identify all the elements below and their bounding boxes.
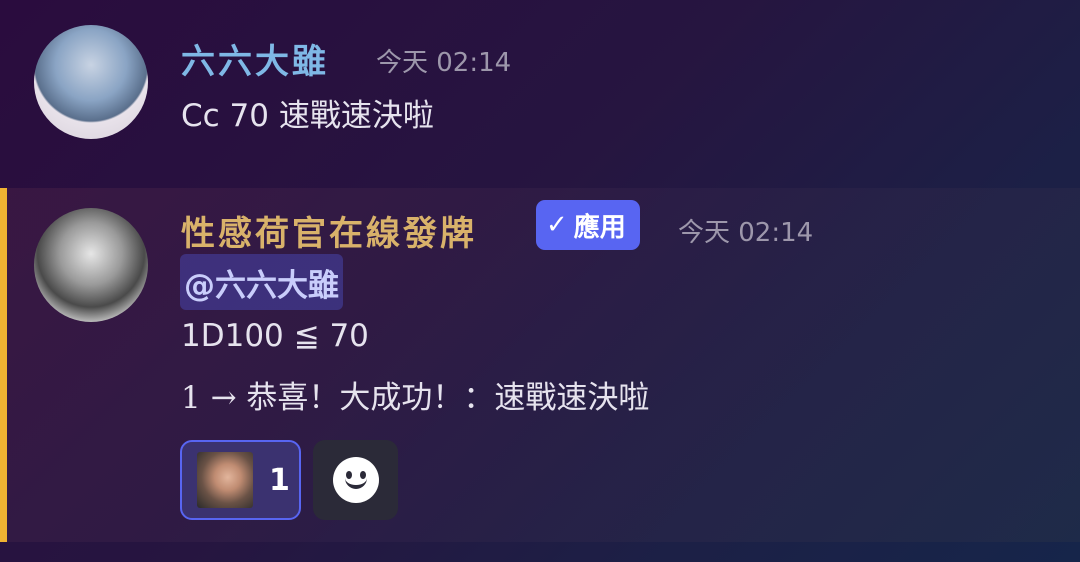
add-reaction-button[interactable] bbox=[313, 440, 398, 520]
reaction-count: 1 bbox=[269, 462, 290, 498]
mention-highlight-bar bbox=[0, 188, 7, 542]
timestamp: 今天 02:14 bbox=[678, 218, 814, 248]
message-2: 性感荷官在線發牌 ✓ 應用 今天 02:14 @六六大雖 1D100 ≦ 70 … bbox=[0, 188, 1080, 542]
timestamp: 今天 02:14 bbox=[376, 48, 512, 78]
message-1: 六六大雖 今天 02:14 Cc 70 速戰速決啦 bbox=[0, 0, 1080, 188]
avatar[interactable] bbox=[34, 25, 148, 139]
custom-face-emoji-icon bbox=[197, 452, 253, 508]
user-mention[interactable]: @六六大雖 bbox=[180, 254, 343, 310]
author-name[interactable]: 六六大雖 bbox=[181, 34, 329, 83]
check-icon: ✓ bbox=[546, 210, 568, 240]
message-content: Cc 70 速戰速決啦 bbox=[181, 98, 434, 134]
reaction-button[interactable]: 1 bbox=[180, 440, 301, 520]
dice-roll-line: 1D100 ≦ 70 bbox=[181, 318, 369, 354]
reactions-bar: 1 bbox=[180, 440, 398, 520]
app-badge-label: 應用 bbox=[573, 212, 626, 243]
author-name[interactable]: 性感荷官在線發牌 bbox=[181, 206, 477, 255]
smiley-face-icon bbox=[332, 457, 379, 503]
dice-result-line: 1 → 恭喜！大成功！：速戰速決啦 bbox=[181, 380, 650, 416]
avatar[interactable] bbox=[34, 208, 148, 322]
app-badge: ✓ 應用 bbox=[536, 200, 640, 250]
